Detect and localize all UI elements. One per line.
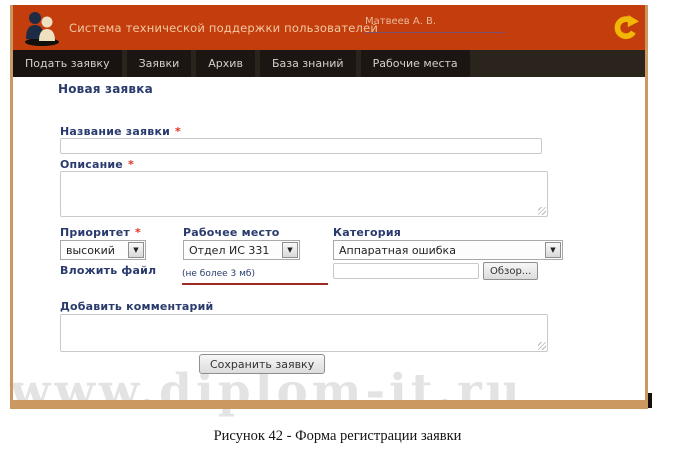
resize-grip-icon[interactable] bbox=[538, 207, 546, 215]
logout-arrow-icon[interactable] bbox=[613, 15, 639, 41]
workplace-select-value: Отдел ИС 331 bbox=[189, 244, 270, 257]
tab-label: Заявки bbox=[138, 57, 180, 70]
figure-caption: Рисунок 42 - Форма регистрации заявки bbox=[213, 428, 462, 444]
tab-label: База знаний bbox=[271, 57, 344, 70]
tab-knowledge-base[interactable]: База знаний bbox=[259, 50, 356, 77]
required-marker: * bbox=[134, 226, 141, 239]
label-text: Название заявки bbox=[60, 125, 171, 138]
workplace-field-label: Рабочее место bbox=[183, 226, 280, 239]
label-text: Описание bbox=[60, 158, 123, 171]
tab-workplaces[interactable]: Рабочие места bbox=[360, 50, 470, 77]
comment-textarea[interactable] bbox=[60, 314, 548, 352]
required-marker: * bbox=[175, 125, 181, 138]
priority-field-label: Приоритет * bbox=[60, 226, 141, 239]
description-textarea[interactable] bbox=[60, 171, 548, 217]
corner-cursor-mark bbox=[648, 393, 652, 408]
label-text: Приоритет bbox=[60, 226, 130, 239]
app-header: Система технической поддержки пользовате… bbox=[13, 5, 645, 50]
hint-text: (не более 3 мб) bbox=[182, 269, 255, 279]
attach-file-label: Вложить файл bbox=[60, 264, 157, 277]
description-field-label: Описание * bbox=[60, 158, 134, 171]
two-users-icon bbox=[25, 12, 59, 46]
title-field-label: Название заявки * bbox=[60, 125, 181, 138]
tab-archive[interactable]: Архив bbox=[196, 50, 255, 77]
save-request-button[interactable]: Сохранить заявку bbox=[199, 354, 326, 374]
priority-select-value: высокий bbox=[66, 244, 115, 257]
tab-label: Подать заявку bbox=[25, 57, 110, 70]
title-input[interactable] bbox=[60, 138, 542, 154]
browse-button[interactable]: Обзор... bbox=[483, 262, 539, 280]
tab-label: Рабочие места bbox=[372, 57, 458, 70]
dropdown-arrow-icon[interactable]: ▼ bbox=[545, 242, 561, 258]
tab-label: Архив bbox=[208, 57, 243, 70]
category-field-label: Категория bbox=[333, 226, 401, 239]
file-path-input[interactable] bbox=[333, 263, 479, 279]
current-user-link[interactable]: Матвеев А. В. bbox=[365, 16, 505, 33]
tab-submit-request[interactable]: Подать заявку bbox=[13, 50, 122, 77]
app-title: Система технической поддержки пользовате… bbox=[69, 21, 379, 35]
resize-grip-icon[interactable] bbox=[538, 342, 546, 350]
category-select-value: Аппаратная ошибка bbox=[339, 244, 456, 257]
required-marker: * bbox=[127, 158, 134, 171]
dropdown-arrow-icon[interactable]: ▼ bbox=[282, 242, 298, 258]
dropdown-arrow-icon[interactable]: ▼ bbox=[128, 242, 144, 258]
page-title: Новая заявка bbox=[58, 82, 153, 96]
figure-screenshot: www.diplom-it.ru Система технической под… bbox=[0, 0, 675, 460]
workplace-select[interactable]: Отдел ИС 331 ▼ bbox=[183, 240, 300, 260]
priority-select[interactable]: высокий ▼ bbox=[60, 240, 146, 260]
tab-requests[interactable]: Заявки bbox=[126, 50, 192, 77]
attach-file-hint: (не более 3 мб) bbox=[182, 261, 328, 285]
comment-field-label: Добавить комментарий bbox=[60, 300, 214, 313]
category-select[interactable]: Аппаратная ошибка ▼ bbox=[333, 240, 563, 260]
main-navigation: Подать заявку Заявки Архив База знаний Р… bbox=[13, 50, 645, 77]
